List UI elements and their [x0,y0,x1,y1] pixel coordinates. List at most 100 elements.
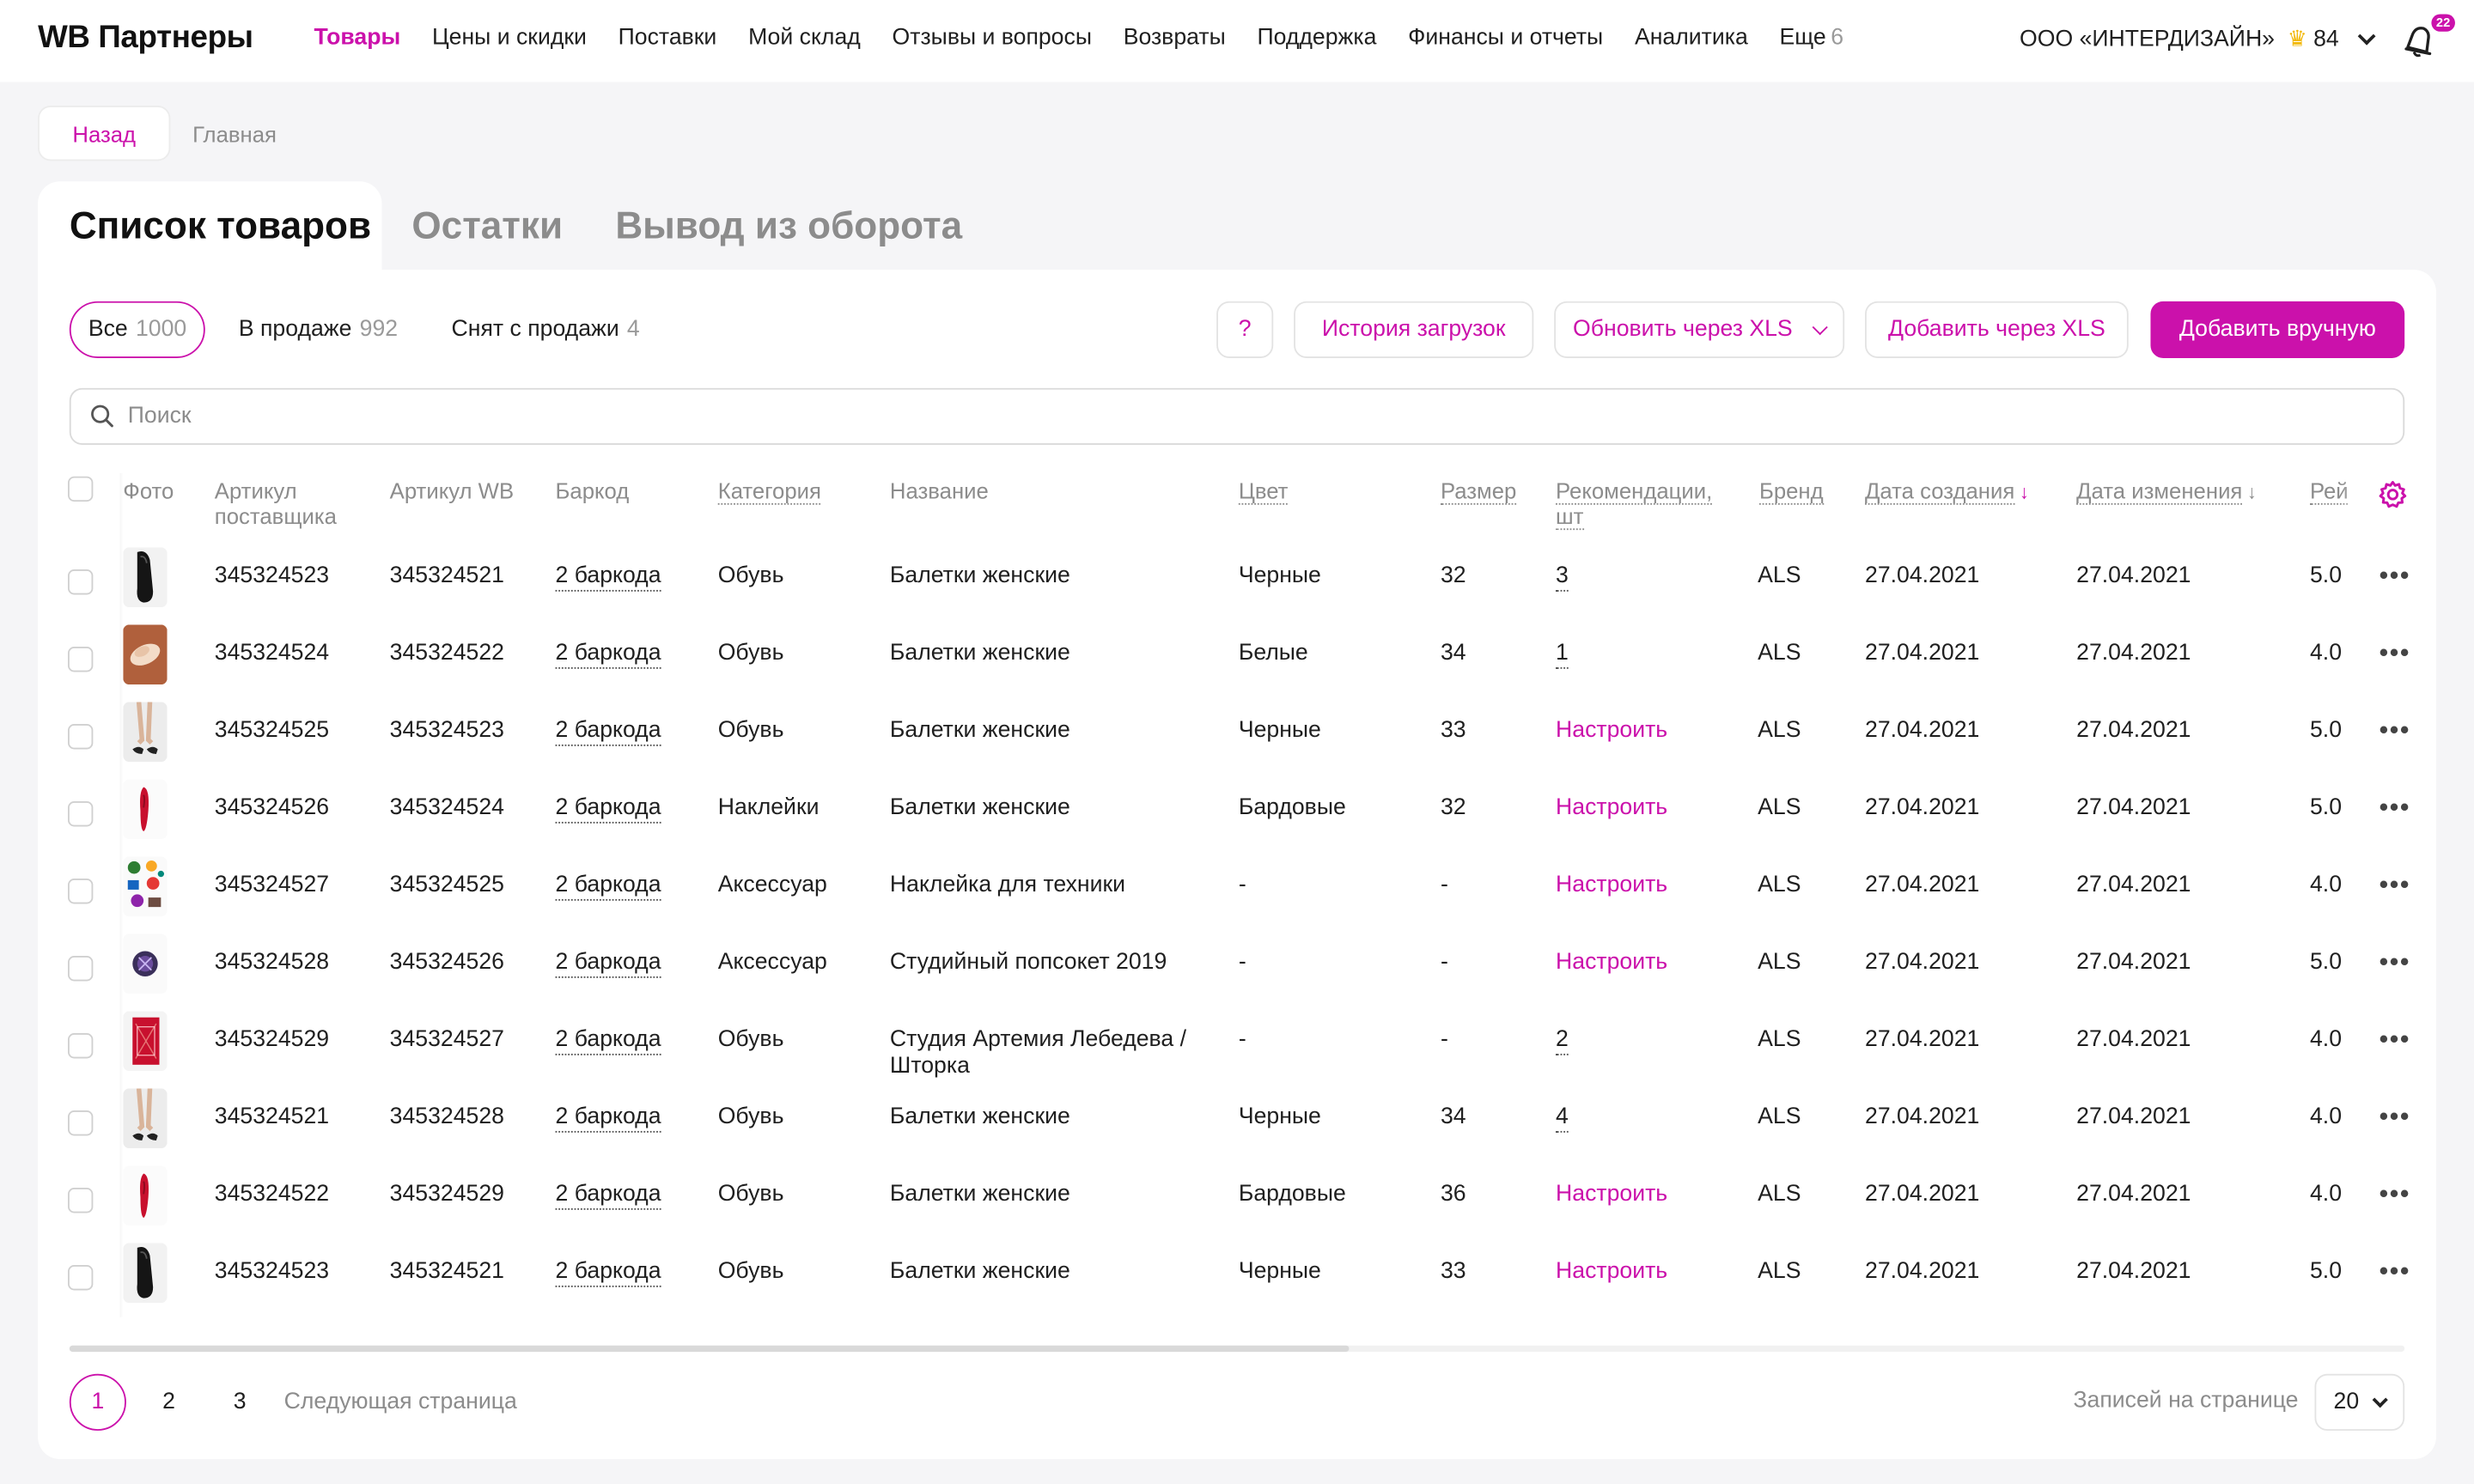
product-thumbnail[interactable] [123,702,168,763]
recommendations-count[interactable]: 4 [1556,1104,1569,1133]
table-row[interactable]: 345324524 345324522 2 баркода Обувь Балетки … [0,622,2474,699]
row-menu-icon[interactable]: ••• [2380,1182,2410,1210]
product-thumbnail[interactable] [123,547,168,608]
product-thumbnail[interactable] [123,624,168,685]
nav-item-returns[interactable]: Возвраты [1124,25,1226,50]
row-checkbox[interactable] [67,647,94,672]
col-modified-date[interactable]: Дата изменения ↓ [2076,477,2257,505]
table-row[interactable]: 345324525 345324523 2 баркода Обувь Балетки … [0,699,2474,776]
table-row[interactable]: 345324522 345324529 2 баркода Обувь Балетки … [0,1163,2474,1240]
barcode-link[interactable]: 2 баркода [555,873,661,901]
barcode-link[interactable]: 2 баркода [555,1259,661,1287]
row-checkbox[interactable] [67,1110,94,1136]
configure-recommendations-link[interactable]: Настроить [1556,950,1667,976]
product-thumbnail[interactable] [123,1011,168,1072]
nav-item-goods[interactable]: Товары [314,25,401,50]
col-brand[interactable]: Бренд [1758,477,1824,505]
row-checkbox[interactable] [67,1188,94,1213]
product-thumbnail[interactable] [123,779,168,840]
page-1[interactable]: 1 [69,1373,126,1431]
nav-item-more[interactable]: Еще 6 [1780,25,1844,50]
row-menu-icon[interactable]: ••• [2380,718,2410,746]
row-menu-icon[interactable]: ••• [2380,1104,2410,1133]
nav-item-reviews[interactable]: Отзывы и вопросы [893,25,1092,50]
barcode-link[interactable]: 2 баркода [555,950,661,978]
row-checkbox[interactable] [67,1265,94,1291]
col-barcode[interactable]: Баркод [556,478,630,503]
col-size[interactable]: Размер [1440,477,1517,505]
row-menu-icon[interactable]: ••• [2380,641,2410,669]
configure-recommendations-link[interactable]: Настроить [1556,718,1667,745]
barcode-link[interactable]: 2 баркода [555,563,661,592]
product-thumbnail[interactable] [123,934,168,994]
row-checkbox[interactable] [67,724,94,750]
filter-all[interactable]: Все 1000 [69,301,206,358]
table-row[interactable]: 345324521 345324528 2 баркода Обувь Балетки … [0,1086,2474,1163]
table-row[interactable]: 345324528 345324526 2 баркода Аксессуар Студ… [0,931,2474,1008]
barcode-link[interactable]: 2 баркода [555,718,661,746]
row-menu-icon[interactable]: ••• [2380,563,2410,592]
col-color[interactable]: Цвет [1238,477,1289,505]
nav-item-warehouse[interactable]: Мой склад [748,25,861,50]
table-row[interactable]: 345324523 345324521 2 баркода Обувь Балетки … [0,1240,2474,1317]
recommendations-count[interactable]: 2 [1556,1027,1569,1055]
product-thumbnail[interactable] [123,856,168,917]
filter-removed[interactable]: Снят с продажи 4 [434,301,657,358]
configure-recommendations-link[interactable]: Настроить [1556,873,1667,899]
col-recommendations[interactable]: Рекомендации, шт [1556,477,1713,531]
product-thumbnail[interactable] [123,1165,168,1226]
table-row[interactable]: 345324523 345324521 2 баркода Обувь Балетки … [0,544,2474,622]
barcode-link[interactable]: 2 баркода [555,1104,661,1133]
page-2[interactable]: 2 [140,1374,197,1431]
barcode-link[interactable]: 2 баркода [555,795,661,824]
recommendations-count[interactable]: 3 [1556,563,1569,592]
update-xls-button[interactable]: Обновить через XLS [1554,301,1845,358]
upload-history-button[interactable]: История загрузок [1294,301,1534,358]
row-menu-icon[interactable]: ••• [2380,1027,2410,1055]
table-row[interactable]: 345324529 345324527 2 баркода Обувь Студия А… [0,1008,2474,1086]
row-menu-icon[interactable]: ••• [2380,950,2410,978]
row-menu-icon[interactable]: ••• [2380,873,2410,901]
row-checkbox[interactable] [67,1033,94,1059]
col-supplier-article[interactable]: Артикул поставщика [215,478,337,529]
col-created-date[interactable]: Дата создания ↓ [1865,477,2029,505]
tab-product-list[interactable]: Список товаров [70,205,371,249]
row-checkbox[interactable] [67,801,94,827]
configure-recommendations-link[interactable]: Настроить [1556,1182,1667,1208]
barcode-link[interactable]: 2 баркода [555,641,661,669]
tab-withdrawal[interactable]: Вывод из оборота [615,205,962,249]
row-checkbox[interactable] [67,956,94,982]
nav-item-analytics[interactable]: Аналитика [1635,25,1748,50]
col-name[interactable]: Название [890,478,989,503]
select-all-checkbox[interactable] [67,476,94,502]
col-category[interactable]: Категория [717,477,821,505]
search-input[interactable] [127,404,2337,429]
row-menu-icon[interactable]: ••• [2380,795,2410,824]
filter-on-sale[interactable]: В продаже 992 [222,301,416,358]
nav-item-finance[interactable]: Финансы и отчеты [1408,25,1603,50]
nav-item-prices[interactable]: Цены и скидки [432,25,587,50]
add-xls-button[interactable]: Добавить через XLS [1865,301,2129,358]
horizontal-scrollbar-thumb[interactable] [69,1345,1350,1353]
settings-gear-icon[interactable] [2378,479,2408,509]
configure-recommendations-link[interactable]: Настроить [1556,795,1667,822]
logo[interactable]: WB Партнеры [38,21,253,57]
nav-item-support[interactable]: Поддержка [1257,25,1376,50]
configure-recommendations-link[interactable]: Настроить [1556,1259,1667,1286]
nav-item-supplies[interactable]: Поставки [618,25,717,50]
next-page-link[interactable]: Следующая страница [284,1390,517,1414]
barcode-link[interactable]: 2 баркода [555,1182,661,1210]
barcode-link[interactable]: 2 баркода [555,1027,661,1055]
tab-stock[interactable]: Остатки [411,205,563,249]
recommendations-count[interactable]: 1 [1556,641,1569,669]
product-thumbnail[interactable] [123,1243,168,1304]
company-switcher[interactable]: ООО «ИНТЕРДИЗАЙН» ♛ 84 [2020,25,2377,52]
row-checkbox[interactable] [67,879,94,904]
product-thumbnail[interactable] [123,1088,168,1149]
row-checkbox[interactable] [67,569,94,595]
table-row[interactable]: 345324526 345324524 2 баркода Наклейки Балет… [0,776,2474,854]
per-page-select[interactable]: 20 [2314,1373,2405,1431]
table-row[interactable]: 345324527 345324525 2 баркода Аксессуар Накл… [0,854,2474,931]
page-3[interactable]: 3 [211,1374,268,1431]
help-button[interactable]: ? [1216,301,1274,358]
